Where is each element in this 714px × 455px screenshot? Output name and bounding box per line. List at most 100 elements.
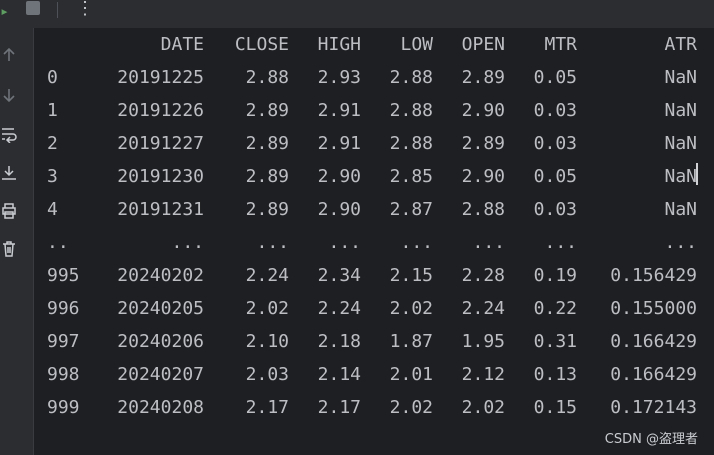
open-cell: 2.28 bbox=[461, 265, 505, 286]
open-cell: 2.90 bbox=[461, 100, 505, 121]
close-cell: 2.88 bbox=[245, 67, 289, 88]
open-cell: 1.95 bbox=[461, 331, 505, 352]
table-header-row: DATE CLOSE HIGH LOW OPEN MTR ATR bbox=[34, 28, 714, 61]
console-toolbar: ▸ ⋮ bbox=[0, 0, 714, 28]
date-cell: 20191230 bbox=[117, 166, 204, 187]
console-output[interactable]: DATE CLOSE HIGH LOW OPEN MTR ATR 0 20191… bbox=[34, 28, 714, 455]
atr-cell: 0.166429 bbox=[610, 364, 697, 385]
date-cell: 20191227 bbox=[117, 133, 204, 154]
open-cell: ... bbox=[472, 232, 505, 253]
table-row: 1 20191226 2.89 2.91 2.88 2.90 0.03 NaN bbox=[34, 94, 714, 127]
scroll-to-end-icon[interactable] bbox=[0, 164, 18, 182]
atr-cell: ... bbox=[664, 232, 697, 253]
atr-cell: 0.156429 bbox=[610, 265, 697, 286]
atr-cell: NaN bbox=[664, 133, 697, 154]
mtr-cell: 0.31 bbox=[533, 331, 577, 352]
scroll-up-icon[interactable] bbox=[0, 46, 18, 64]
run-icon[interactable]: ▸ bbox=[0, 2, 9, 20]
column-header: LOW bbox=[400, 34, 433, 55]
close-cell: 2.89 bbox=[245, 199, 289, 220]
atr-cell: NaN bbox=[664, 100, 697, 121]
low-cell: 2.02 bbox=[389, 298, 433, 319]
low-cell: 2.85 bbox=[389, 166, 433, 187]
row-index: 2 bbox=[47, 133, 58, 154]
table-row: 997 20240206 2.10 2.18 1.87 1.95 0.31 0.… bbox=[34, 325, 714, 358]
high-cell: 2.17 bbox=[317, 397, 361, 418]
print-icon[interactable] bbox=[0, 202, 18, 220]
low-cell: 2.88 bbox=[389, 67, 433, 88]
low-cell: 2.87 bbox=[389, 199, 433, 220]
mtr-cell: 0.22 bbox=[533, 298, 577, 319]
low-cell: ... bbox=[400, 232, 433, 253]
mtr-cell: 0.15 bbox=[533, 397, 577, 418]
close-cell: 2.89 bbox=[245, 166, 289, 187]
open-cell: 2.89 bbox=[461, 67, 505, 88]
table-row: 999 20240208 2.17 2.17 2.02 2.02 0.15 0.… bbox=[34, 391, 714, 424]
row-index: 998 bbox=[47, 364, 80, 385]
mtr-cell: 0.05 bbox=[533, 67, 577, 88]
close-cell: 2.89 bbox=[245, 133, 289, 154]
date-cell: 20191226 bbox=[117, 100, 204, 121]
close-cell: 2.89 bbox=[245, 100, 289, 121]
column-header: MTR bbox=[544, 34, 577, 55]
high-cell: 2.90 bbox=[317, 199, 361, 220]
soft-wrap-icon[interactable] bbox=[0, 125, 18, 143]
stop-icon[interactable] bbox=[26, 1, 40, 15]
close-cell: 2.02 bbox=[245, 298, 289, 319]
table-row: 996 20240205 2.02 2.24 2.02 2.24 0.22 0.… bbox=[34, 292, 714, 325]
watermark: CSDN @盗理者 bbox=[604, 432, 698, 447]
high-cell: 2.34 bbox=[317, 265, 361, 286]
clear-icon[interactable] bbox=[0, 240, 18, 258]
text-cursor bbox=[696, 163, 698, 185]
high-cell: 2.14 bbox=[317, 364, 361, 385]
high-cell: 2.18 bbox=[317, 331, 361, 352]
table-row: 995 20240202 2.24 2.34 2.15 2.28 0.19 0.… bbox=[34, 259, 714, 292]
mtr-cell: 0.05 bbox=[533, 166, 577, 187]
high-cell: 2.93 bbox=[317, 67, 361, 88]
mtr-cell: 0.03 bbox=[533, 100, 577, 121]
close-cell: 2.03 bbox=[245, 364, 289, 385]
row-index: 999 bbox=[47, 397, 80, 418]
low-cell: 1.87 bbox=[389, 331, 433, 352]
more-icon[interactable]: ⋮ bbox=[76, 0, 94, 19]
atr-cell: 0.172143 bbox=[610, 397, 697, 418]
low-cell: 2.02 bbox=[389, 397, 433, 418]
table-row: 998 20240207 2.03 2.14 2.01 2.12 0.13 0.… bbox=[34, 358, 714, 391]
scroll-down-icon[interactable] bbox=[0, 86, 18, 104]
column-header: CLOSE bbox=[234, 34, 289, 55]
date-cell: 20240202 bbox=[117, 265, 204, 286]
high-cell: 2.91 bbox=[317, 100, 361, 121]
low-cell: 2.01 bbox=[389, 364, 433, 385]
atr-cell: 0.155000 bbox=[610, 298, 697, 319]
column-header: DATE bbox=[160, 34, 204, 55]
mtr-cell: ... bbox=[544, 232, 577, 253]
open-cell: 2.88 bbox=[461, 199, 505, 220]
atr-cell: NaN bbox=[664, 67, 697, 88]
toolbar-separator bbox=[57, 2, 58, 18]
low-cell: 2.15 bbox=[389, 265, 433, 286]
row-index: 1 bbox=[47, 100, 58, 121]
date-cell: 20240207 bbox=[117, 364, 204, 385]
close-cell: 2.24 bbox=[245, 265, 289, 286]
close-cell: ... bbox=[256, 232, 289, 253]
column-header: OPEN bbox=[461, 34, 505, 55]
column-header: HIGH bbox=[317, 34, 361, 55]
high-cell: ... bbox=[328, 232, 361, 253]
atr-cell: 0.166429 bbox=[610, 331, 697, 352]
console-gutter bbox=[0, 28, 34, 455]
table-row: 3 20191230 2.89 2.90 2.85 2.90 0.05 NaN bbox=[34, 160, 714, 193]
high-cell: 2.24 bbox=[317, 298, 361, 319]
mtr-cell: 0.03 bbox=[533, 133, 577, 154]
row-index: 0 bbox=[47, 67, 58, 88]
row-index: 3 bbox=[47, 166, 58, 187]
open-cell: 2.24 bbox=[461, 298, 505, 319]
close-cell: 2.10 bbox=[245, 331, 289, 352]
high-cell: 2.91 bbox=[317, 133, 361, 154]
row-index: 997 bbox=[47, 331, 80, 352]
row-index: .. bbox=[47, 232, 69, 253]
date-cell: 20240205 bbox=[117, 298, 204, 319]
low-cell: 2.88 bbox=[389, 100, 433, 121]
table-row: 4 20191231 2.89 2.90 2.87 2.88 0.03 NaN bbox=[34, 193, 714, 226]
date-cell: ... bbox=[171, 232, 204, 253]
open-cell: 2.89 bbox=[461, 133, 505, 154]
